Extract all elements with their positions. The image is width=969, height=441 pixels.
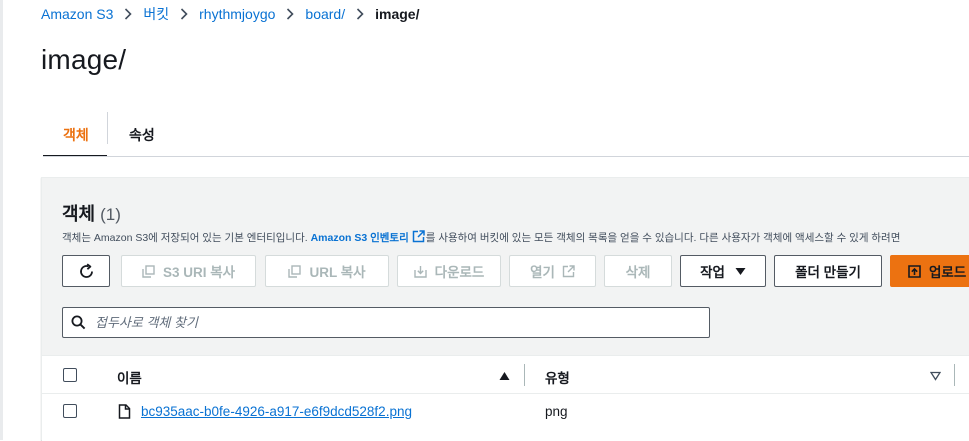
copy-s3-uri-label: S3 URI 복사 — [162, 265, 236, 280]
objects-panel: 객체 (1) 객체는 Amazon S3에 저장되어 있는 기본 엔터티입니다.… — [41, 177, 969, 441]
column-resizer[interactable] — [524, 364, 525, 386]
delete-label: 삭제 — [625, 265, 651, 280]
page-title: image/ — [41, 44, 127, 75]
create-folder-button[interactable]: 폴더 만들기 — [774, 255, 882, 287]
download-button[interactable]: 다운로드 — [397, 255, 501, 287]
copy-url-label: URL 복사 — [309, 265, 366, 280]
panel-description: 객체는 Amazon S3에 저장되어 있는 기본 엔터티입니다. Amazon… — [62, 230, 900, 246]
chevron-right-icon — [356, 8, 364, 20]
object-count: (1) — [100, 205, 121, 224]
table-header: 이름 유형 — [42, 355, 969, 394]
panel-header: 객체 (1) — [62, 200, 121, 226]
object-type: png — [545, 404, 568, 419]
sort-descending-icon[interactable] — [929, 368, 942, 386]
breadcrumb-amazon-s3[interactable]: Amazon S3 — [41, 6, 113, 22]
delete-button[interactable]: 삭제 — [604, 255, 672, 287]
search-box — [62, 307, 710, 338]
tab-properties[interactable]: 속성 — [129, 112, 155, 158]
file-icon — [118, 404, 131, 424]
description-prefix: 객체는 Amazon S3에 저장되어 있는 기본 엔터티입니다. — [62, 232, 308, 244]
copy-icon — [288, 264, 302, 278]
copy-icon — [142, 264, 155, 278]
tab-objects[interactable]: 객체 — [43, 112, 107, 158]
upload-label: 업로드 — [929, 265, 967, 280]
open-button[interactable]: 열기 — [509, 255, 596, 287]
upload-icon — [908, 264, 921, 278]
breadcrumb: Amazon S3 버킷 rhythmjoygo board/ image/ — [41, 5, 419, 23]
panel-title: 객체 — [62, 204, 96, 224]
left-border — [0, 0, 3, 440]
description-suffix: 를 사용하여 버킷에 있는 모든 객체의 목록을 얻을 수 있습니다. 다른 사… — [425, 232, 901, 244]
breadcrumb-bucket[interactable]: rhythmjoygo — [199, 6, 275, 22]
refresh-icon — [78, 262, 95, 280]
tab-divider — [107, 112, 108, 144]
chevron-right-icon — [286, 8, 295, 20]
select-all-checkbox[interactable] — [63, 368, 77, 382]
object-name-link[interactable]: bc935aac-b0fe-4926-a917-e6f9dcd528f2.png — [141, 404, 412, 419]
refresh-button[interactable] — [62, 255, 110, 287]
chevron-right-icon — [124, 8, 133, 20]
inventory-link[interactable]: Amazon S3 인벤토리 — [311, 232, 409, 244]
create-folder-label: 폴더 만들기 — [795, 265, 861, 280]
breadcrumb-buckets[interactable]: 버킷 — [143, 4, 169, 24]
actions-dropdown[interactable]: 작업 — [680, 255, 766, 287]
download-label: 다운로드 — [434, 265, 485, 280]
breadcrumb-board-folder[interactable]: board/ — [305, 6, 345, 22]
objects-table: 이름 유형 bc935aac-b0fe-4926-a917-e6f9dcd528… — [42, 355, 969, 441]
breadcrumb-current: image/ — [375, 6, 420, 22]
sort-ascending-icon[interactable] — [499, 368, 510, 386]
tab-bar: 객체 속성 — [43, 112, 969, 158]
column-header-name[interactable]: 이름 — [117, 367, 142, 387]
column-header-type[interactable]: 유형 — [545, 367, 570, 387]
upload-button[interactable]: 업로드 — [890, 255, 969, 287]
tabs-baseline — [43, 156, 969, 157]
chevron-right-icon — [180, 8, 188, 20]
copy-url-button[interactable]: URL 복사 — [265, 255, 389, 287]
column-resizer[interactable] — [954, 364, 955, 386]
external-link-icon[interactable] — [412, 230, 425, 246]
search-input[interactable] — [95, 315, 655, 330]
open-label: 열기 — [530, 265, 555, 280]
copy-s3-uri-button[interactable]: S3 URI 복사 — [121, 255, 256, 287]
actions-label: 작업 — [700, 265, 725, 280]
external-link-icon — [562, 264, 575, 278]
download-icon — [413, 265, 427, 278]
table-row: bc935aac-b0fe-4926-a917-e6f9dcd528f2.png… — [42, 394, 969, 428]
row-checkbox[interactable] — [63, 404, 77, 418]
caret-down-icon — [735, 267, 746, 276]
search-icon — [71, 315, 86, 330]
